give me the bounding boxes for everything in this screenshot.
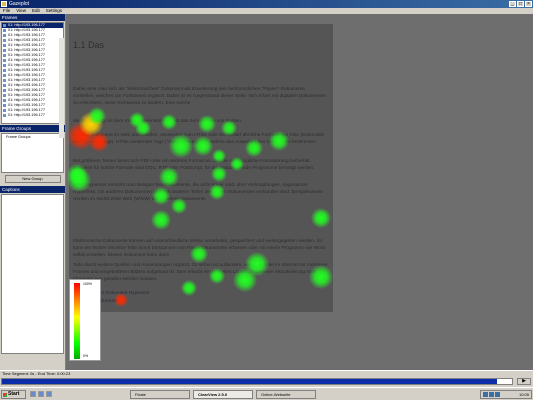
group-item[interactable]: Frame Groups: [6, 135, 59, 139]
title-bar[interactable]: Gazeplot _ □ ×: [0, 0, 533, 8]
frames-header: Frames: [0, 14, 65, 21]
heatmap-viewer[interactable]: 1.1 Das Daher eine man sich als "elektro…: [67, 14, 533, 370]
tray-icon[interactable]: [483, 392, 488, 397]
gazeplot-window: Gazeplot _ □ × File View Edit Settings F…: [0, 0, 533, 400]
window-title: Gazeplot: [9, 1, 30, 7]
quicklaunch-icon[interactable]: [30, 391, 36, 397]
gaze-hotspot: [190, 245, 208, 263]
gaze-hotspot: [209, 268, 225, 284]
gaze-hotspot: [152, 187, 170, 205]
gaze-hotspot: [171, 198, 187, 214]
captions-header: Captions: [0, 186, 65, 193]
clock: 10:05: [518, 392, 529, 397]
minimize-button[interactable]: _: [509, 1, 516, 7]
app-icon: [1, 1, 7, 7]
play-button[interactable]: ▶: [517, 378, 531, 385]
quicklaunch-icon[interactable]: [38, 391, 44, 397]
task-clearview[interactable]: ClearView 2.5.0: [193, 390, 253, 399]
document-link[interactable]: Elektronisches Dokument Hypertext: [73, 290, 328, 297]
gaze-hotspot: [169, 134, 193, 158]
captions-panel[interactable]: [1, 194, 64, 354]
legend-top-label: 100%: [83, 282, 92, 286]
frame-item[interactable]: 01: http://193.196.177: [2, 113, 63, 118]
gaze-hotspot: [230, 157, 244, 171]
tray-icon[interactable]: [495, 392, 500, 397]
timeline-track[interactable]: [1, 378, 513, 385]
gaze-hotspot: [212, 149, 226, 163]
task-fixate[interactable]: Fixate: [130, 390, 190, 399]
paragraph-4: Bei größeren Texten bietet sich PDF oder…: [73, 159, 315, 172]
gaze-hotspot: [181, 280, 197, 296]
document-heading: 1.1 Das: [73, 40, 105, 50]
gaze-hotspot: [161, 114, 177, 130]
gaze-hotspot: [233, 268, 257, 292]
new-group-button[interactable]: New Group: [4, 175, 61, 183]
gaze-hotspot: [193, 136, 213, 156]
system-tray: 10:05: [480, 390, 532, 399]
quick-launch: [30, 391, 52, 397]
gaze-hotspot: [89, 132, 109, 152]
gaze-hotspot: [309, 265, 333, 289]
paragraph-1: Daher eine man sich als "elektronisches"…: [73, 87, 327, 107]
gaze-hotspot: [135, 120, 151, 136]
task-webpage[interactable]: Online-Webseite: [256, 390, 316, 399]
gaze-hotspot: [209, 184, 225, 200]
tray-icon[interactable]: [489, 392, 494, 397]
document-link-2[interactable]: Dokument (Informatik): [73, 298, 328, 305]
frames-list[interactable]: 01: http://193.196.177 01: http://193.196…: [1, 22, 64, 124]
gaze-hotspot: [269, 131, 289, 151]
left-panel: Frames 01: http://193.196.177 01: http://…: [0, 14, 66, 370]
maximize-button[interactable]: □: [517, 1, 524, 7]
quicklaunch-icon[interactable]: [46, 391, 52, 397]
paragraph-7: Teile durch weitere Quellen und Anwendun…: [73, 263, 328, 283]
groups-list[interactable]: Frame Groups: [1, 133, 64, 173]
gaze-hotspot: [151, 210, 171, 230]
gaze-hotspot: [88, 107, 106, 125]
gaze-hotspot: [159, 167, 179, 187]
gaze-hotspot: [198, 115, 216, 133]
gaze-hotspot: [245, 139, 263, 157]
heat-legend: 100% 0%: [69, 279, 101, 361]
gaze-hotspot: [211, 166, 227, 182]
timeline-fill: [2, 379, 497, 384]
start-button[interactable]: Start: [1, 390, 26, 399]
gaze-hotspot: [221, 120, 237, 136]
gaze-hotspot: [67, 168, 91, 192]
paragraph-5: Unter Hypertext versteht man Beispiel Te…: [73, 183, 324, 203]
taskbar: Start Fixate ClearView 2.5.0 Online-Webs…: [0, 387, 533, 400]
legend-bottom-label: 0%: [83, 354, 89, 358]
gaze-hotspot: [311, 208, 331, 228]
document-page: 1.1 Das Daher eine man sich als "elektro…: [67, 24, 333, 312]
heat-legend-gradient: [74, 283, 80, 359]
frames-scrollbar[interactable]: [59, 38, 64, 138]
timeline: ▶: [0, 376, 533, 387]
close-button[interactable]: ×: [525, 1, 532, 7]
gaze-hotspot: [114, 293, 128, 307]
groups-header: Frame Groups: [0, 125, 65, 132]
